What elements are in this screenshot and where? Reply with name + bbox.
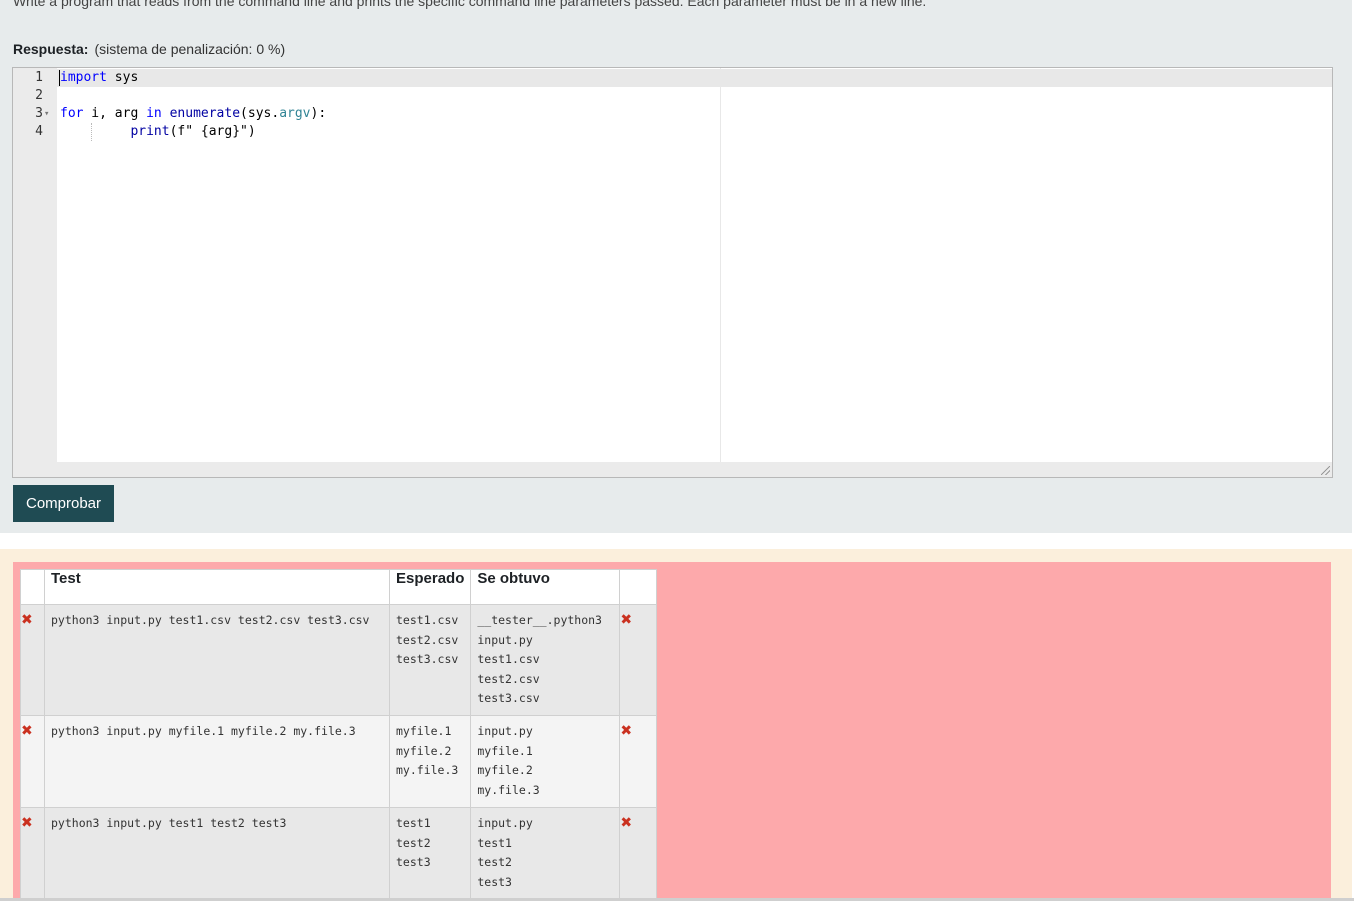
- got-line: test1: [477, 835, 512, 850]
- line-number: 1: [35, 70, 43, 85]
- got-line: __tester__.python3: [477, 613, 602, 627]
- expected-line: myfile.1: [396, 724, 452, 738]
- table-row: ✖ python3 input.py test1 test2 test3 test1…: [20, 807, 658, 900]
- code-token: argv: [279, 106, 311, 121]
- fail-cross-icon: ✖: [21, 612, 33, 628]
- code-token: (sys.: [240, 106, 280, 121]
- fail-cross-icon: ✖: [620, 612, 633, 628]
- penalty-text: (sistema de penalización: 0 %): [94, 41, 286, 57]
- got-line: myfile.1: [477, 743, 533, 758]
- got-line: my.file.3: [477, 782, 540, 797]
- question-text: Write a program that reads from the comm…: [13, 0, 927, 9]
- results-table: Test Esperado Se obtuvo ✖ python3 input.py …: [20, 569, 658, 900]
- header-got: Se obtuvo: [470, 569, 621, 605]
- expected-output-cell: test1 test2 test3: [388, 807, 472, 900]
- got-line: input.py: [477, 816, 533, 830]
- got-line: test2: [477, 855, 512, 869]
- table-row: ✖ python3 input.py myfile.1 myfile.2 my.f…: [20, 715, 658, 808]
- editor-bottom-bar: [13, 462, 1332, 477]
- code-editor[interactable]: 1 import sys 2 3 ▾ for i, arg in enumerate(sy…: [12, 67, 1333, 478]
- expected-output-cell: myfile.1 myfile.2 my.file.3: [388, 715, 472, 808]
- code-text: print(f" {arg}"): [60, 123, 256, 141]
- status-cell: ✖: [20, 715, 45, 808]
- status-cell: ✖: [20, 807, 45, 900]
- status-cell-right: ✖: [619, 807, 658, 900]
- header-test: Test: [44, 569, 390, 605]
- header-expected: Esperado: [388, 569, 472, 605]
- expected-line: test2.csv: [396, 632, 459, 647]
- feedback-panel: Test Esperado Se obtuvo ✖ python3 input.py …: [0, 549, 1352, 901]
- expected-line: test2: [396, 835, 431, 850]
- got-line: test3.csv: [477, 691, 540, 705]
- code-text: for i, arg in enumerate(sys.argv):: [60, 105, 326, 123]
- expected-output-cell: test1.csv test2.csv test3.csv: [388, 604, 472, 716]
- got-line: input.py: [477, 724, 533, 738]
- question-panel: Write a program that reads from the comm…: [0, 0, 1352, 533]
- test-command-cell: python3 input.py test1 test2 test3: [44, 807, 390, 900]
- code-token: print: [130, 124, 170, 139]
- code-token: (f" {arg}"): [169, 124, 256, 139]
- got-line: input.py: [477, 632, 533, 647]
- answer-label-title: Respuesta:: [13, 41, 89, 57]
- code-token: for: [60, 106, 84, 121]
- text-cursor: [59, 70, 60, 86]
- print-margin: [720, 68, 721, 462]
- expected-line: myfile.2: [396, 743, 452, 758]
- test-command-cell: python3 input.py myfile.1 myfile.2 my.fi…: [44, 715, 390, 808]
- fail-cross-icon: ✖: [21, 815, 33, 831]
- fail-cross-icon: ✖: [620, 723, 633, 739]
- resize-handle-icon[interactable]: [1321, 466, 1330, 475]
- results-header-row: Test Esperado Se obtuvo: [20, 569, 658, 605]
- got-line: test2.csv: [477, 671, 540, 686]
- status-cell-right: ✖: [619, 715, 658, 808]
- code-token: sys: [106, 70, 139, 85]
- got-line: test1.csv: [477, 652, 540, 666]
- got-output-cell: input.py test1 test2 test3: [470, 807, 621, 900]
- test-command-cell: python3 input.py test1.csv test2.csv tes…: [44, 604, 390, 716]
- fail-cross-icon: ✖: [620, 815, 633, 831]
- code-token: in: [146, 106, 162, 121]
- fail-cross-icon: ✖: [21, 723, 33, 739]
- expected-line: my.file.3: [396, 763, 459, 777]
- code-token: enumerate: [169, 106, 241, 121]
- status-cell: ✖: [20, 604, 45, 716]
- fold-arrow-icon[interactable]: ▾: [44, 105, 49, 123]
- code-token: i, arg: [83, 106, 147, 121]
- line-number: 2: [35, 88, 43, 103]
- feedback-results-area: Test Esperado Se obtuvo ✖ python3 input.py …: [13, 562, 1331, 901]
- expected-line: test3.csv: [396, 652, 459, 666]
- header-status: [20, 569, 45, 605]
- got-line: myfile.2: [477, 763, 533, 777]
- got-line: test3: [477, 874, 512, 889]
- code-token: import: [60, 70, 107, 85]
- answer-label: Respuesta: (sistema de penalización: 0 %): [13, 41, 285, 57]
- status-cell-right: ✖: [619, 604, 658, 716]
- code-text: import sys: [60, 69, 138, 87]
- expected-line: test1: [396, 816, 431, 830]
- table-row: ✖ python3 input.py test1.csv test2.csv te…: [20, 604, 658, 716]
- code-token: ):: [310, 106, 327, 121]
- line-number: 4: [35, 124, 43, 139]
- line-number: 3: [35, 106, 43, 121]
- got-output-cell: __tester__.python3 input.py test1.csv test2…: [470, 604, 621, 716]
- active-line-highlight: [57, 69, 1332, 87]
- header-status-right: [619, 569, 658, 605]
- expected-line: test3: [396, 855, 431, 869]
- check-button[interactable]: Comprobar: [13, 485, 114, 522]
- got-output-cell: input.py myfile.1 myfile.2 my.file.3: [470, 715, 621, 808]
- expected-line: test1.csv: [396, 613, 459, 627]
